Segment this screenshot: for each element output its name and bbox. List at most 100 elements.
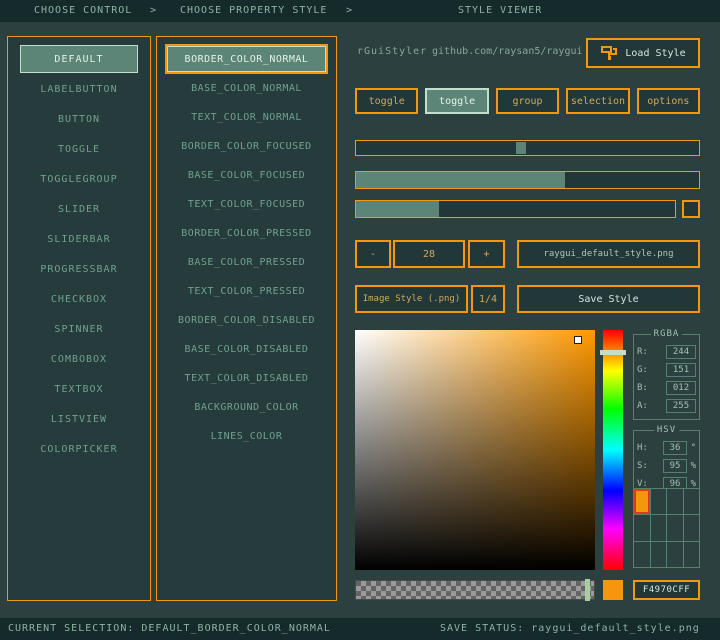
color-grid-cell[interactable] (667, 515, 683, 540)
image-style-combobox[interactable]: Image Style (.png) (355, 285, 468, 313)
slider[interactable] (355, 140, 700, 156)
property-list-item[interactable]: BASE_COLOR_NORMAL (167, 75, 326, 101)
property-list-item[interactable]: BORDER_COLOR_PRESSED (167, 220, 326, 246)
control-list-item-label: DEFAULT (54, 54, 103, 65)
hex-value-box[interactable]: F4970CFF (633, 580, 700, 600)
alpha-handle[interactable] (585, 579, 590, 601)
property-list-item[interactable]: BASE_COLOR_DISABLED (167, 336, 326, 362)
breadcrumb-choose-property-style: CHOOSE PROPERTY STYLE (180, 0, 327, 22)
color-grid-cell[interactable] (684, 542, 700, 567)
paint-roller-icon (600, 44, 618, 62)
control-list-item[interactable]: CHECKBOX (20, 285, 138, 313)
hue-handle[interactable] (600, 350, 626, 355)
property-list-item[interactable]: TEXT_COLOR_PRESSED (167, 278, 326, 304)
properties-list: BORDER_COLOR_NORMAL BASE_COLOR_NORMAL TE… (156, 36, 337, 601)
filename-textbox[interactable]: raygui_default_style.png (517, 240, 700, 268)
property-list-item-label: BORDER_COLOR_NORMAL (185, 54, 309, 65)
minus-label: - (370, 249, 376, 260)
property-list-item[interactable]: TEXT_COLOR_NORMAL (167, 104, 326, 130)
color-grid-cell[interactable] (651, 489, 667, 514)
control-list-item[interactable]: SLIDER (20, 195, 138, 223)
spinner-decrement-button[interactable]: - (355, 240, 391, 268)
alpha-bar[interactable] (355, 580, 595, 600)
toggle-button-label: toggle (439, 96, 475, 107)
app-name: rGuiStyler (357, 46, 427, 57)
breadcrumb-separator-1: > (150, 0, 157, 22)
control-list-item[interactable]: LABELBUTTON (20, 75, 138, 103)
hue-bar[interactable] (603, 330, 623, 570)
control-list-item-label: TEXTBOX (54, 384, 103, 395)
spinner-increment-button[interactable]: + (468, 240, 505, 268)
hsv-row-value: 95 (663, 459, 687, 473)
color-picker-area[interactable] (355, 330, 595, 570)
progress-end-box[interactable] (682, 200, 700, 218)
color-grid-cell[interactable] (684, 515, 700, 540)
property-list-item[interactable]: BORDER_COLOR_FOCUSED (167, 133, 326, 159)
control-list-item-label: BUTTON (58, 114, 100, 125)
toggle-button[interactable]: options (637, 88, 700, 114)
control-list-item[interactable]: LISTVIEW (20, 405, 138, 433)
rgba-row-label: R: (637, 347, 650, 357)
property-list-item[interactable]: TEXT_COLOR_DISABLED (167, 365, 326, 391)
property-list-item[interactable]: TEXT_COLOR_FOCUSED (167, 191, 326, 217)
rgba-row-label: G: (637, 365, 650, 375)
control-list-item[interactable]: TOGGLEGROUP (20, 165, 138, 193)
rgba-row: A: 255 (634, 397, 699, 415)
combobox-index-label: 1/4 (479, 294, 497, 305)
color-grid-cell[interactable] (667, 542, 683, 567)
control-list-item[interactable]: TEXTBOX (20, 375, 138, 403)
control-list-item[interactable]: BUTTON (20, 105, 138, 133)
property-list-item[interactable]: BORDER_COLOR_DISABLED (167, 307, 326, 333)
controls-list: DEFAULT LABELBUTTON BUTTON TOGGLE TOGGLE… (7, 36, 151, 601)
color-grid-cell[interactable] (634, 515, 650, 540)
current-color-swatch (603, 580, 623, 600)
property-list-item-label: TEXT_COLOR_DISABLED (185, 373, 309, 384)
property-list-item[interactable]: BASE_COLOR_FOCUSED (167, 162, 326, 188)
color-grid-cell[interactable] (634, 489, 650, 514)
hsv-row-unit: % (689, 461, 696, 471)
toggle-button[interactable]: toggle (425, 88, 488, 114)
spinner-value-box[interactable]: 28 (393, 240, 465, 268)
control-list-item-label: TOGGLEGROUP (40, 174, 117, 185)
property-list-item-label: TEXT_COLOR_NORMAL (191, 112, 302, 123)
color-grid-cell[interactable] (667, 489, 683, 514)
slider-handle[interactable] (516, 142, 526, 154)
control-list-item[interactable]: COMBOBOX (20, 345, 138, 373)
toggle-button[interactable]: group (496, 88, 559, 114)
repo-link[interactable]: github.com/raysan5/raygui (432, 46, 583, 57)
control-list-item[interactable]: DEFAULT (20, 45, 138, 73)
hsv-panel: HSV H: 36 ° S: 95 % V: 96 % (633, 430, 700, 492)
control-list-item[interactable]: SPINNER (20, 315, 138, 343)
control-list-item-label: CHECKBOX (51, 294, 107, 305)
property-list-item[interactable]: BORDER_COLOR_NORMAL (167, 46, 326, 72)
property-list-item-label: BORDER_COLOR_DISABLED (178, 315, 315, 326)
save-style-button[interactable]: Save Style (517, 285, 700, 313)
slider-bar[interactable] (355, 171, 700, 189)
property-list-item-label: BORDER_COLOR_PRESSED (181, 228, 311, 239)
color-grid-cell[interactable] (684, 489, 700, 514)
property-list-item[interactable]: BACKGROUND_COLOR (167, 394, 326, 420)
property-list-item[interactable]: BASE_COLOR_PRESSED (167, 249, 326, 275)
control-list-item[interactable]: PROGRESSBAR (20, 255, 138, 283)
rgba-row: G: 151 (634, 361, 699, 379)
color-grid-cell[interactable] (651, 542, 667, 567)
load-style-button[interactable]: Load Style (586, 38, 700, 68)
control-list-item[interactable]: TOGGLE (20, 135, 138, 163)
property-list-item[interactable]: LINES_COLOR (167, 423, 326, 449)
toggle-group: toggle toggle group selection options (355, 88, 700, 114)
progress-bar (355, 200, 676, 218)
control-list-item[interactable]: COLORPICKER (20, 435, 138, 463)
hex-value: F4970CFF (643, 585, 690, 595)
color-picker-cursor[interactable] (574, 336, 582, 344)
breadcrumb-separator-2: > (346, 0, 353, 22)
toggle-button[interactable]: selection (566, 88, 629, 114)
control-list-item[interactable]: SLIDERBAR (20, 225, 138, 253)
style-viewer: rGuiStyler github.com/raysan5/raygui Loa… (355, 36, 700, 602)
toggle-button[interactable]: toggle (355, 88, 418, 114)
hsv-row-label: S: (637, 461, 650, 471)
combobox-index[interactable]: 1/4 (471, 285, 505, 313)
color-grid-cell[interactable] (634, 542, 650, 567)
color-grid-cell[interactable] (651, 515, 667, 540)
toggle-button-label: group (512, 96, 542, 107)
rgba-row-value: 151 (666, 363, 696, 377)
